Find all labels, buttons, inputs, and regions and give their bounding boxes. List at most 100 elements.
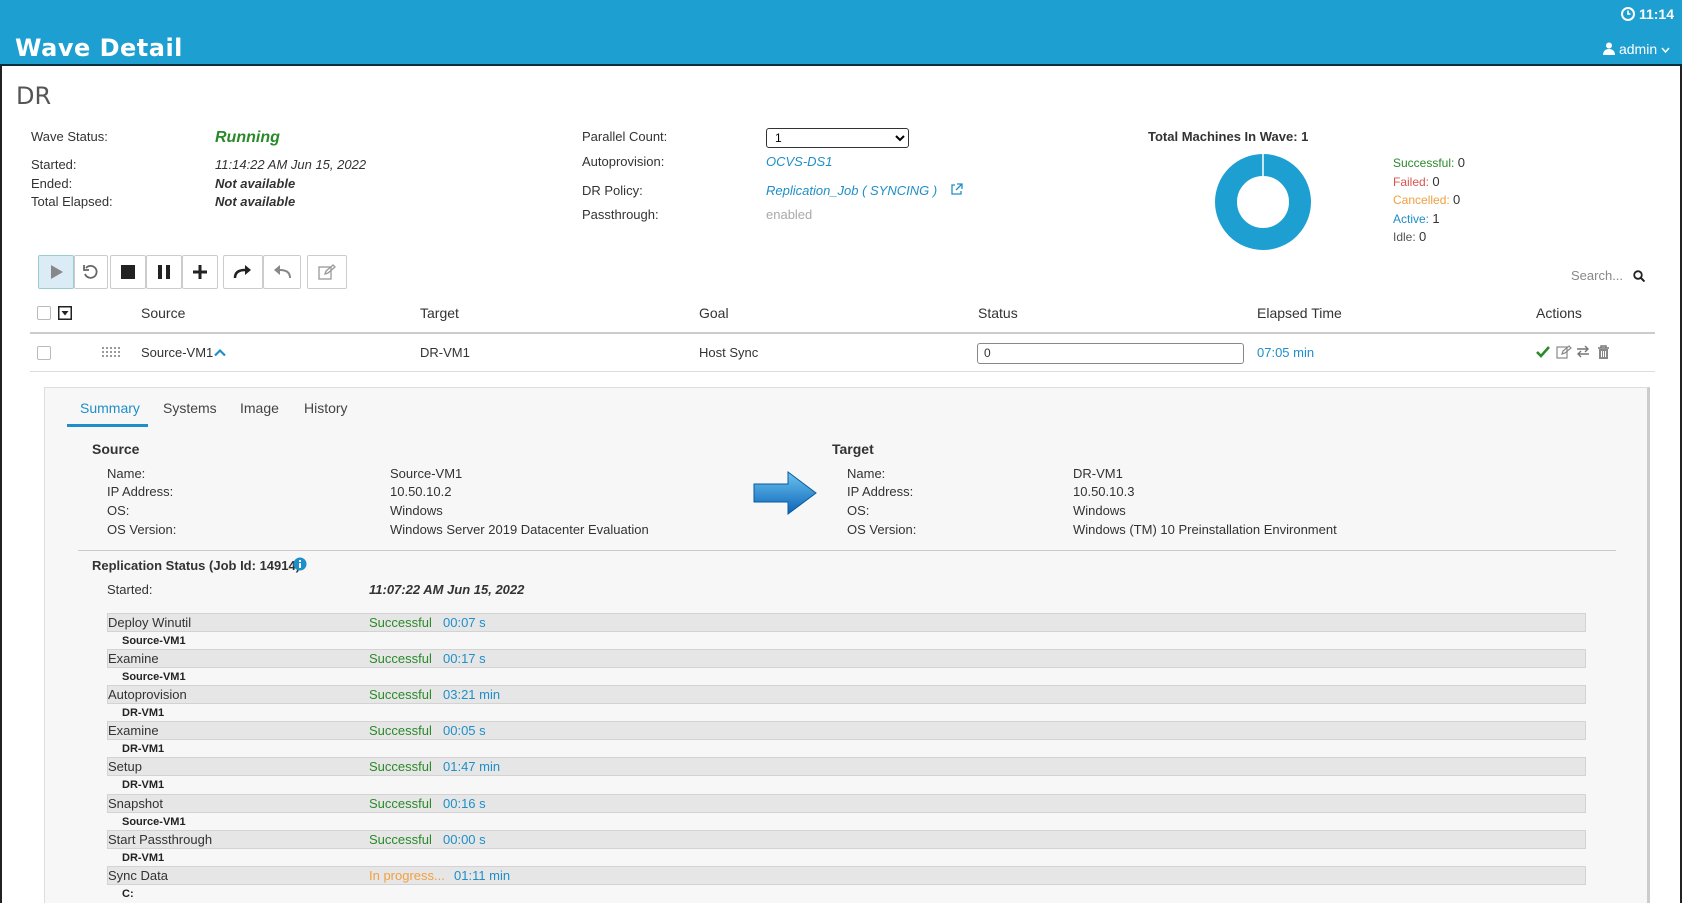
revert-button[interactable]	[263, 255, 301, 289]
detail-panel	[44, 387, 1650, 903]
stage-status: Successful	[369, 759, 432, 775]
stage-time: 00:07 s	[443, 615, 486, 630]
swap-icon[interactable]	[1576, 345, 1590, 358]
row-elapsed: 07:05 min	[1257, 345, 1315, 360]
legend-label: Active:	[1393, 211, 1433, 226]
stage-bar	[107, 829, 1586, 849]
passthrough-label: Passthrough:	[582, 207, 659, 222]
stage-host: DR-VM1	[122, 707, 165, 720]
parallel-count-select[interactable]: 1	[766, 128, 909, 148]
stage-name: Start Passthrough	[108, 831, 213, 847]
elapsed-value: Not available	[215, 194, 296, 209]
start-button[interactable]	[38, 255, 74, 289]
stage-host: DR-VM1	[122, 851, 165, 864]
pause-button[interactable]	[146, 255, 182, 289]
column-header-elapsed[interactable]: Elapsed Time	[1257, 305, 1342, 321]
column-header-source[interactable]: Source	[141, 305, 185, 321]
drag-handle-icon[interactable]	[102, 346, 122, 358]
page-title: DR	[16, 82, 52, 110]
stage-bar	[107, 865, 1586, 885]
user-icon	[1603, 42, 1616, 55]
legend-value: 1	[1432, 210, 1440, 226]
stop-button[interactable]	[110, 255, 146, 289]
stage-time: 00:00 s	[443, 831, 486, 847]
legend-label: Cancelled:	[1393, 193, 1454, 207]
stage-host: Source-VM1	[122, 815, 186, 828]
stop-icon	[121, 265, 135, 279]
legend-value: 0	[1457, 155, 1465, 170]
select-menu-icon[interactable]	[58, 306, 72, 320]
source-os-label: OS:	[107, 503, 130, 518]
chevron-up-icon[interactable]	[214, 348, 226, 357]
row-checkbox[interactable]	[37, 346, 51, 360]
restart-button[interactable]	[74, 255, 108, 289]
column-header-actions: Actions	[1536, 305, 1582, 321]
target-os-value: Windows	[1073, 503, 1126, 518]
target-name-value: DR-VM1	[1073, 466, 1123, 481]
target-ip-value: 10.50.10.3	[1073, 484, 1135, 499]
legend-value: 0	[1419, 229, 1427, 244]
target-name-label: Name:	[847, 466, 886, 481]
forward-button[interactable]	[223, 255, 263, 289]
dr-policy-link[interactable]: Replication_Job ( SYNCING )	[766, 183, 937, 198]
stage-host: DR-VM1	[122, 743, 165, 756]
target-osv-value: Windows (TM) 10 Preinstallation Environm…	[1073, 522, 1337, 537]
legend-item: Failed: 0	[1393, 174, 1440, 189]
legend-item: Cancelled: 0	[1393, 192, 1460, 207]
search-input[interactable]: Search...	[1571, 268, 1623, 283]
search-icon[interactable]	[1633, 270, 1645, 282]
add-button[interactable]	[182, 255, 218, 289]
autoprovision-link[interactable]: OCVS-DS1	[766, 154, 832, 169]
column-header-target[interactable]: Target	[420, 305, 459, 321]
edit-button[interactable]	[307, 255, 347, 289]
play-icon	[51, 265, 63, 279]
source-osv-label: OS Version:	[107, 522, 177, 537]
app-header: Wave Detail 11:14 admin	[0, 0, 1682, 66]
tab-history[interactable]: History	[304, 400, 348, 416]
donut-active-slice	[1215, 154, 1311, 250]
tab-summary[interactable]: Summary	[80, 400, 140, 416]
legend-value: 0	[1453, 192, 1461, 207]
row-goal: Host Sync	[699, 345, 759, 360]
legend-item: Active: 1	[1393, 211, 1440, 226]
edit-icon	[318, 264, 336, 280]
column-header-goal[interactable]: Goal	[699, 305, 729, 321]
plus-icon	[193, 265, 207, 279]
edit-icon[interactable]	[1556, 345, 1572, 359]
redo-arrow-icon	[233, 265, 251, 279]
column-header-status[interactable]: Status	[978, 305, 1018, 321]
stage-status: In progress...	[369, 867, 445, 883]
machines-title: Total Machines In Wave: 1	[1148, 129, 1309, 144]
tab-image[interactable]: Image	[240, 400, 279, 416]
app-title: Wave Detail	[15, 34, 183, 62]
select-all-checkbox[interactable]	[37, 306, 51, 320]
replication-started-label: Started:	[107, 582, 153, 597]
stage-host: DR-VM1	[122, 779, 165, 792]
started-label: Started:	[31, 157, 77, 172]
stage-status: Successful	[369, 651, 432, 667]
tab-systems[interactable]: Systems	[163, 400, 217, 416]
stage-bar	[107, 685, 1586, 705]
stage-status: Successful	[369, 687, 432, 703]
source-ip-value: 10.50.10.2	[390, 484, 452, 499]
user-name: admin	[1618, 41, 1658, 57]
legend-label: Failed:	[1393, 174, 1433, 189]
stage-name: Autoprovision	[108, 687, 187, 703]
info-icon[interactable]	[293, 557, 307, 571]
clock-time: 11:14	[1638, 6, 1674, 22]
stage-bar	[107, 757, 1586, 777]
source-name-label: Name:	[107, 466, 146, 481]
stage-bar	[107, 649, 1586, 669]
trash-icon[interactable]	[1597, 345, 1610, 360]
target-os-label: OS:	[847, 503, 870, 518]
machines-donut-chart	[1215, 154, 1311, 250]
stage-time: 00:16 s	[443, 795, 486, 811]
stage-name: Sync Data	[108, 867, 168, 883]
user-menu[interactable]: admin	[1603, 41, 1670, 57]
external-link-icon[interactable]	[950, 183, 963, 196]
chevron-down-icon	[1661, 47, 1670, 54]
row-source[interactable]: Source-VM1	[141, 345, 213, 360]
active-tab-indicator	[67, 424, 148, 427]
legend-value: 0	[1432, 173, 1440, 189]
check-icon[interactable]	[1536, 346, 1550, 358]
